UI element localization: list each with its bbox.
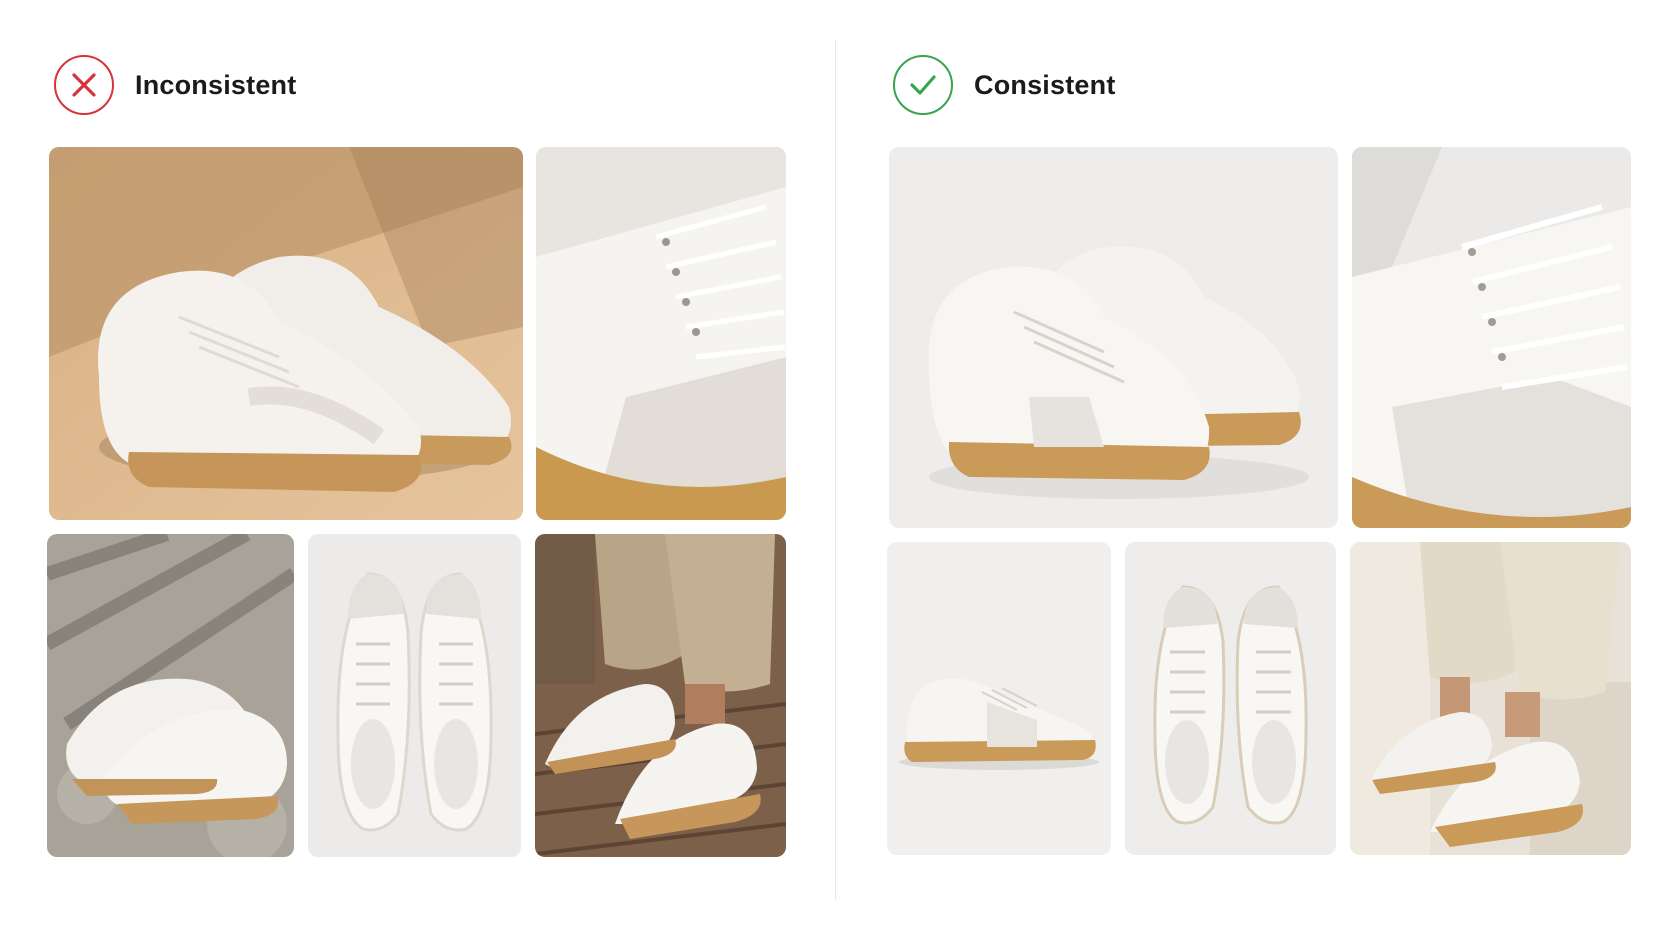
sneaker-closeup-studio-photo	[1352, 147, 1631, 528]
sneakers-worn-studio-steps-photo	[1350, 542, 1631, 855]
panel-divider	[835, 40, 836, 900]
sneaker-closeup-laces-photo	[536, 147, 786, 520]
inconsistent-header: Inconsistent	[54, 55, 296, 115]
panel-title-inconsistent: Inconsistent	[135, 69, 297, 100]
panel-title-consistent: Consistent	[974, 69, 1116, 100]
x-icon	[54, 55, 114, 115]
sneaker-pair-studio-angle-photo	[889, 147, 1338, 528]
sneaker-pair-sunlit-beige-floor-photo	[49, 147, 523, 520]
sneaker-pair-top-view-studio-photo	[1125, 542, 1336, 855]
sneaker-pair-top-view-photo	[308, 534, 521, 857]
sneakers-worn-wood-deck-photo	[535, 534, 786, 857]
consistent-header: Consistent	[893, 55, 1116, 115]
sneaker-side-view-studio-photo	[887, 542, 1111, 855]
sneaker-pair-stone-pavement-photo	[47, 534, 294, 857]
check-icon	[893, 55, 953, 115]
